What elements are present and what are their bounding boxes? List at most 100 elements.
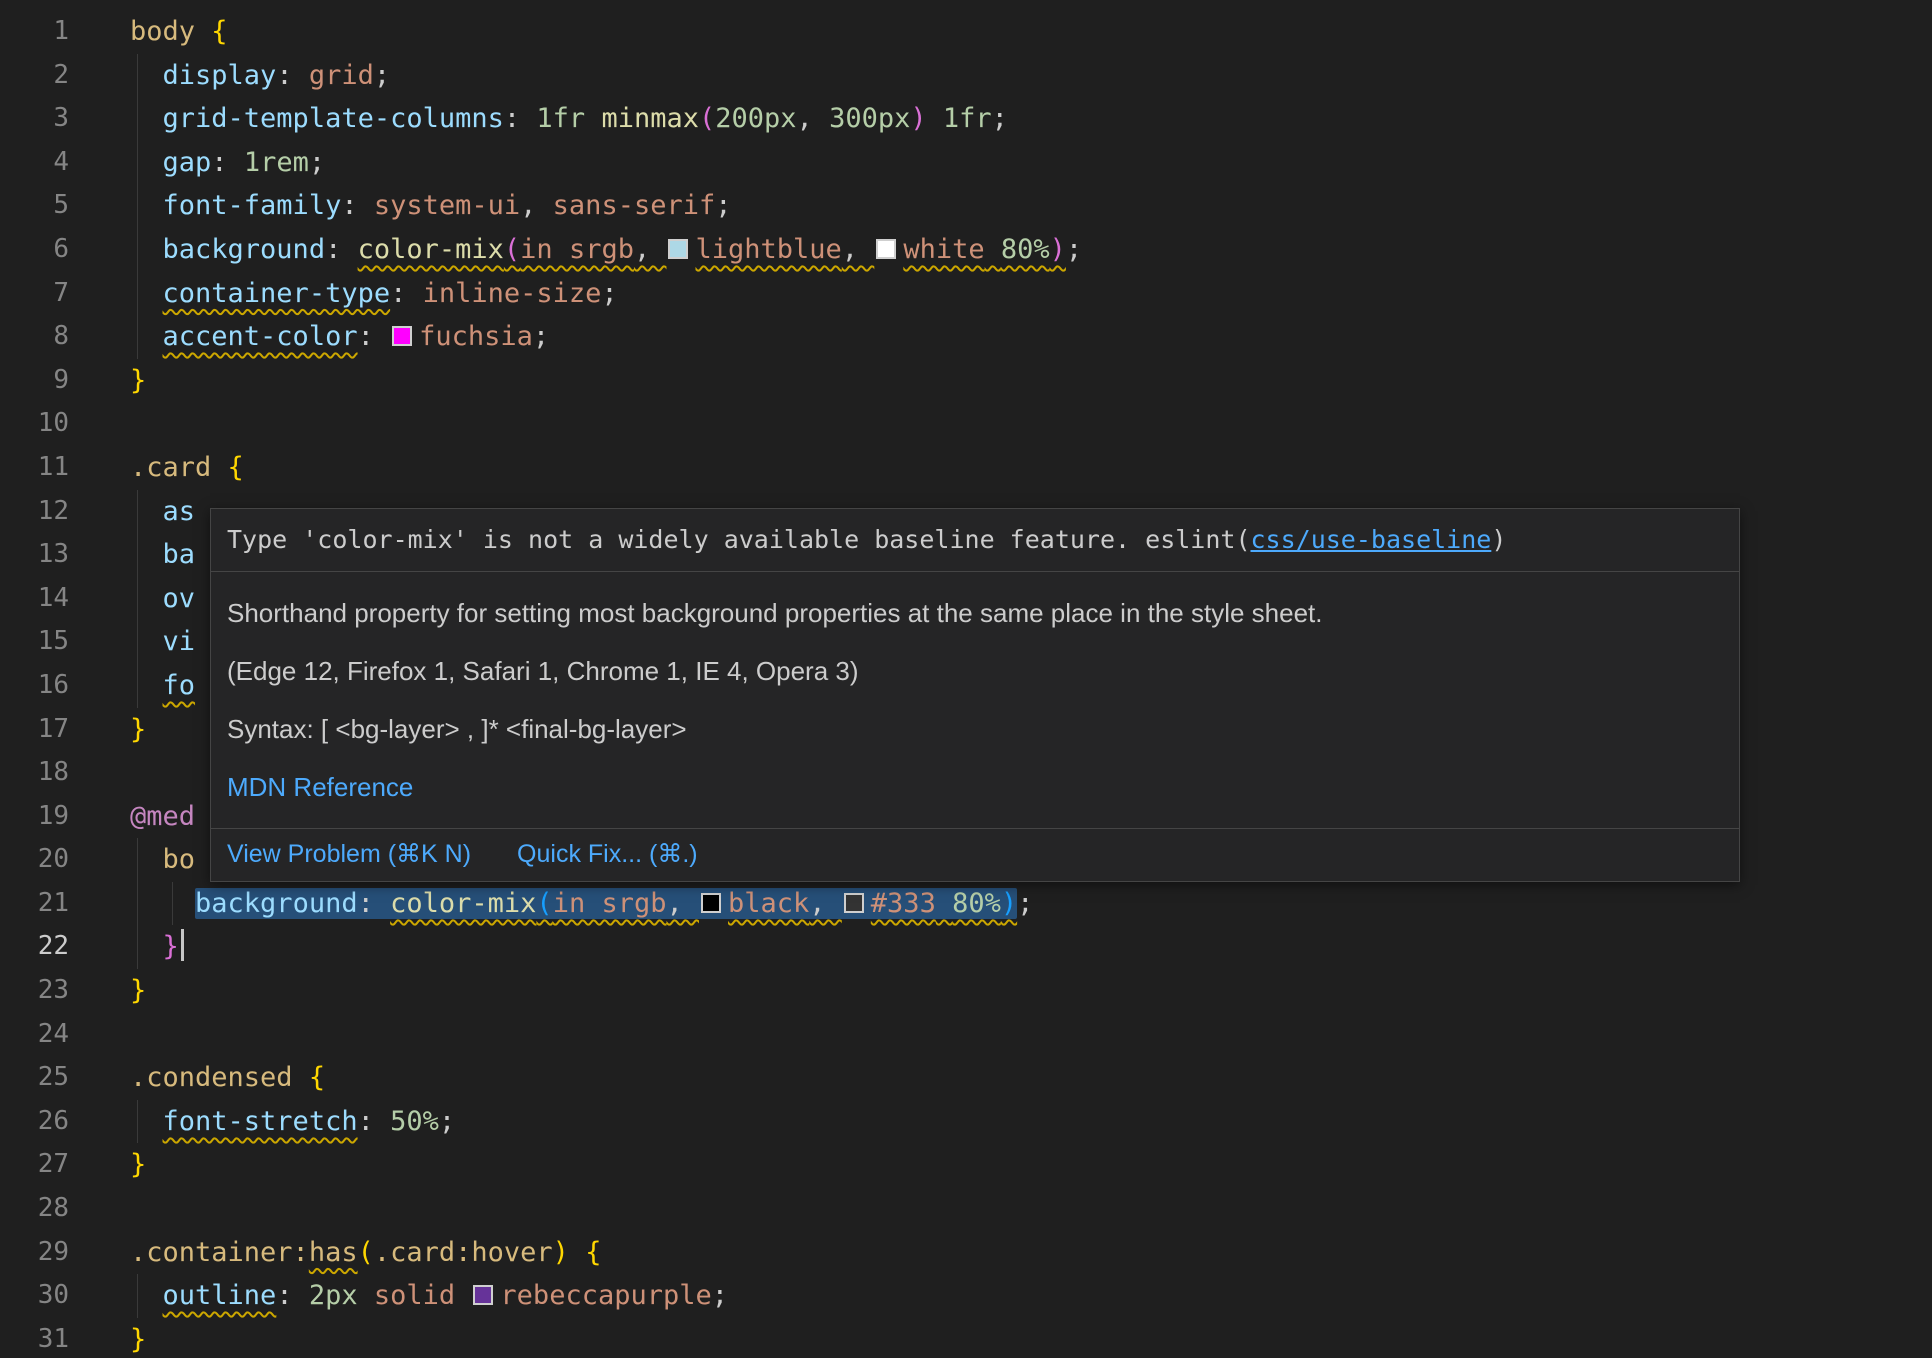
line-number[interactable]: 11 (0, 446, 95, 490)
line-number[interactable]: 12 (0, 490, 95, 534)
color-swatch[interactable] (876, 239, 896, 259)
line-number[interactable]: 8 (0, 315, 95, 359)
code-content[interactable]: .condensed { (95, 1056, 1932, 1100)
color-swatch[interactable] (473, 1285, 493, 1305)
code-token: } (130, 714, 146, 745)
code-content[interactable]: font-stretch: 50%; (95, 1100, 1932, 1144)
code-token: ; (374, 60, 390, 91)
code-token: : (341, 190, 374, 221)
line-number[interactable]: 19 (0, 795, 95, 839)
line-number[interactable]: 2 (0, 54, 95, 98)
code-content[interactable]: container-type: inline-size; (95, 272, 1932, 316)
code-token: container-type (163, 278, 391, 309)
code-content[interactable]: } (95, 1143, 1932, 1187)
code-content[interactable]: outline: 2px solid rebeccapurple; (95, 1274, 1932, 1318)
line-number[interactable]: 26 (0, 1100, 95, 1144)
code-content[interactable]: body { (95, 10, 1932, 54)
line-number[interactable]: 25 (0, 1056, 95, 1100)
code-content[interactable]: .card { (95, 446, 1932, 490)
code-editor[interactable]: 1body {2 display: grid;3 grid-template-c… (0, 0, 1932, 1358)
line-number[interactable]: 9 (0, 359, 95, 403)
line-number[interactable]: 7 (0, 272, 95, 316)
code-token: background (195, 888, 358, 919)
indent-guide (137, 1274, 138, 1318)
color-swatch[interactable] (392, 326, 412, 346)
code-token: .card:hover (374, 1237, 553, 1268)
code-content[interactable]: background: color-mix(in srgb, black, #3… (95, 882, 1932, 926)
code-token: fuchsia (419, 321, 533, 352)
code-content[interactable] (95, 402, 1932, 446)
code-content[interactable]: } (95, 969, 1932, 1013)
code-line: 3 grid-template-columns: 1fr minmax(200p… (0, 97, 1932, 141)
line-number[interactable]: 10 (0, 402, 95, 446)
line-number[interactable]: 29 (0, 1231, 95, 1275)
line-number[interactable]: 20 (0, 838, 95, 882)
code-content[interactable] (95, 1187, 1932, 1231)
code-line: 30 outline: 2px solid rebeccapurple; (0, 1274, 1932, 1318)
code-token: background (163, 234, 326, 265)
line-number[interactable]: 1 (0, 10, 95, 54)
line-number[interactable]: 16 (0, 664, 95, 708)
hover-actions: View Problem (⌘K N) Quick Fix... (⌘.) (211, 829, 1739, 881)
code-content[interactable]: } (95, 1318, 1932, 1358)
code-content[interactable]: background: color-mix(in srgb, lightblue… (95, 228, 1932, 272)
line-number[interactable]: 15 (0, 620, 95, 664)
line-number[interactable]: 27 (0, 1143, 95, 1187)
color-swatch[interactable] (668, 239, 688, 259)
code-token: accent-color (163, 321, 358, 352)
code-line: 6 background: color-mix(in srgb, lightbl… (0, 228, 1932, 272)
code-token: ; (1017, 888, 1033, 919)
code-token (130, 496, 163, 527)
line-number[interactable]: 4 (0, 141, 95, 185)
line-number[interactable]: 30 (0, 1274, 95, 1318)
code-token: #333 (871, 888, 936, 919)
code-token: : (358, 888, 391, 919)
code-content[interactable]: display: grid; (95, 54, 1932, 98)
code-token: ; (439, 1106, 455, 1137)
eslint-rule-link[interactable]: css/use-baseline (1251, 525, 1492, 554)
token-group: color-mix(in srgb, lightblue, white 80%) (358, 234, 1066, 265)
code-content[interactable] (95, 1013, 1932, 1057)
line-number[interactable]: 22 (0, 925, 95, 969)
line-number[interactable]: 28 (0, 1187, 95, 1231)
line-number[interactable]: 17 (0, 708, 95, 752)
code-token: , (809, 888, 842, 919)
line-number[interactable]: 5 (0, 184, 95, 228)
indent-guide (137, 577, 138, 621)
code-content[interactable]: gap: 1rem; (95, 141, 1932, 185)
code-content[interactable]: } (95, 359, 1932, 403)
code-content[interactable]: font-family: system-ui, sans-serif; (95, 184, 1932, 228)
code-token: ba (163, 539, 196, 570)
line-number[interactable]: 18 (0, 751, 95, 795)
syntax-info: Syntax: [ <bg-layer> , ]* <final-bg-laye… (227, 712, 1723, 746)
line-number[interactable]: 14 (0, 577, 95, 621)
line-number[interactable]: 3 (0, 97, 95, 141)
code-content[interactable]: .container:has(.card:hover) { (95, 1231, 1932, 1275)
code-line: 26 font-stretch: 50%; (0, 1100, 1932, 1144)
color-swatch[interactable] (701, 893, 721, 913)
line-number[interactable]: 6 (0, 228, 95, 272)
code-token: .card (130, 452, 228, 483)
line-number[interactable]: 23 (0, 969, 95, 1013)
view-problem-action[interactable]: View Problem (⌘K N) (227, 838, 471, 870)
code-token: : (504, 103, 537, 134)
mdn-reference-link[interactable]: MDN Reference (227, 772, 413, 802)
code-token: 50% (390, 1106, 439, 1137)
code-token: : (390, 278, 423, 309)
line-number[interactable]: 24 (0, 1013, 95, 1057)
code-content[interactable]: grid-template-columns: 1fr minmax(200px,… (95, 97, 1932, 141)
code-token: white (903, 234, 984, 265)
code-content[interactable]: accent-color: fuchsia; (95, 315, 1932, 359)
indent-guide (137, 228, 138, 272)
code-token: { (309, 1062, 325, 1093)
code-content[interactable]: } (95, 925, 1932, 969)
eslint-rule-suffix: ) (1491, 525, 1506, 554)
line-number[interactable]: 31 (0, 1318, 95, 1358)
code-line: 5 font-family: system-ui, sans-serif; (0, 184, 1932, 228)
code-token (130, 60, 163, 91)
line-number[interactable]: 21 (0, 882, 95, 926)
quick-fix-action[interactable]: Quick Fix... (⌘.) (517, 838, 698, 870)
code-token: outline (163, 1280, 277, 1311)
color-swatch[interactable] (844, 893, 864, 913)
line-number[interactable]: 13 (0, 533, 95, 577)
